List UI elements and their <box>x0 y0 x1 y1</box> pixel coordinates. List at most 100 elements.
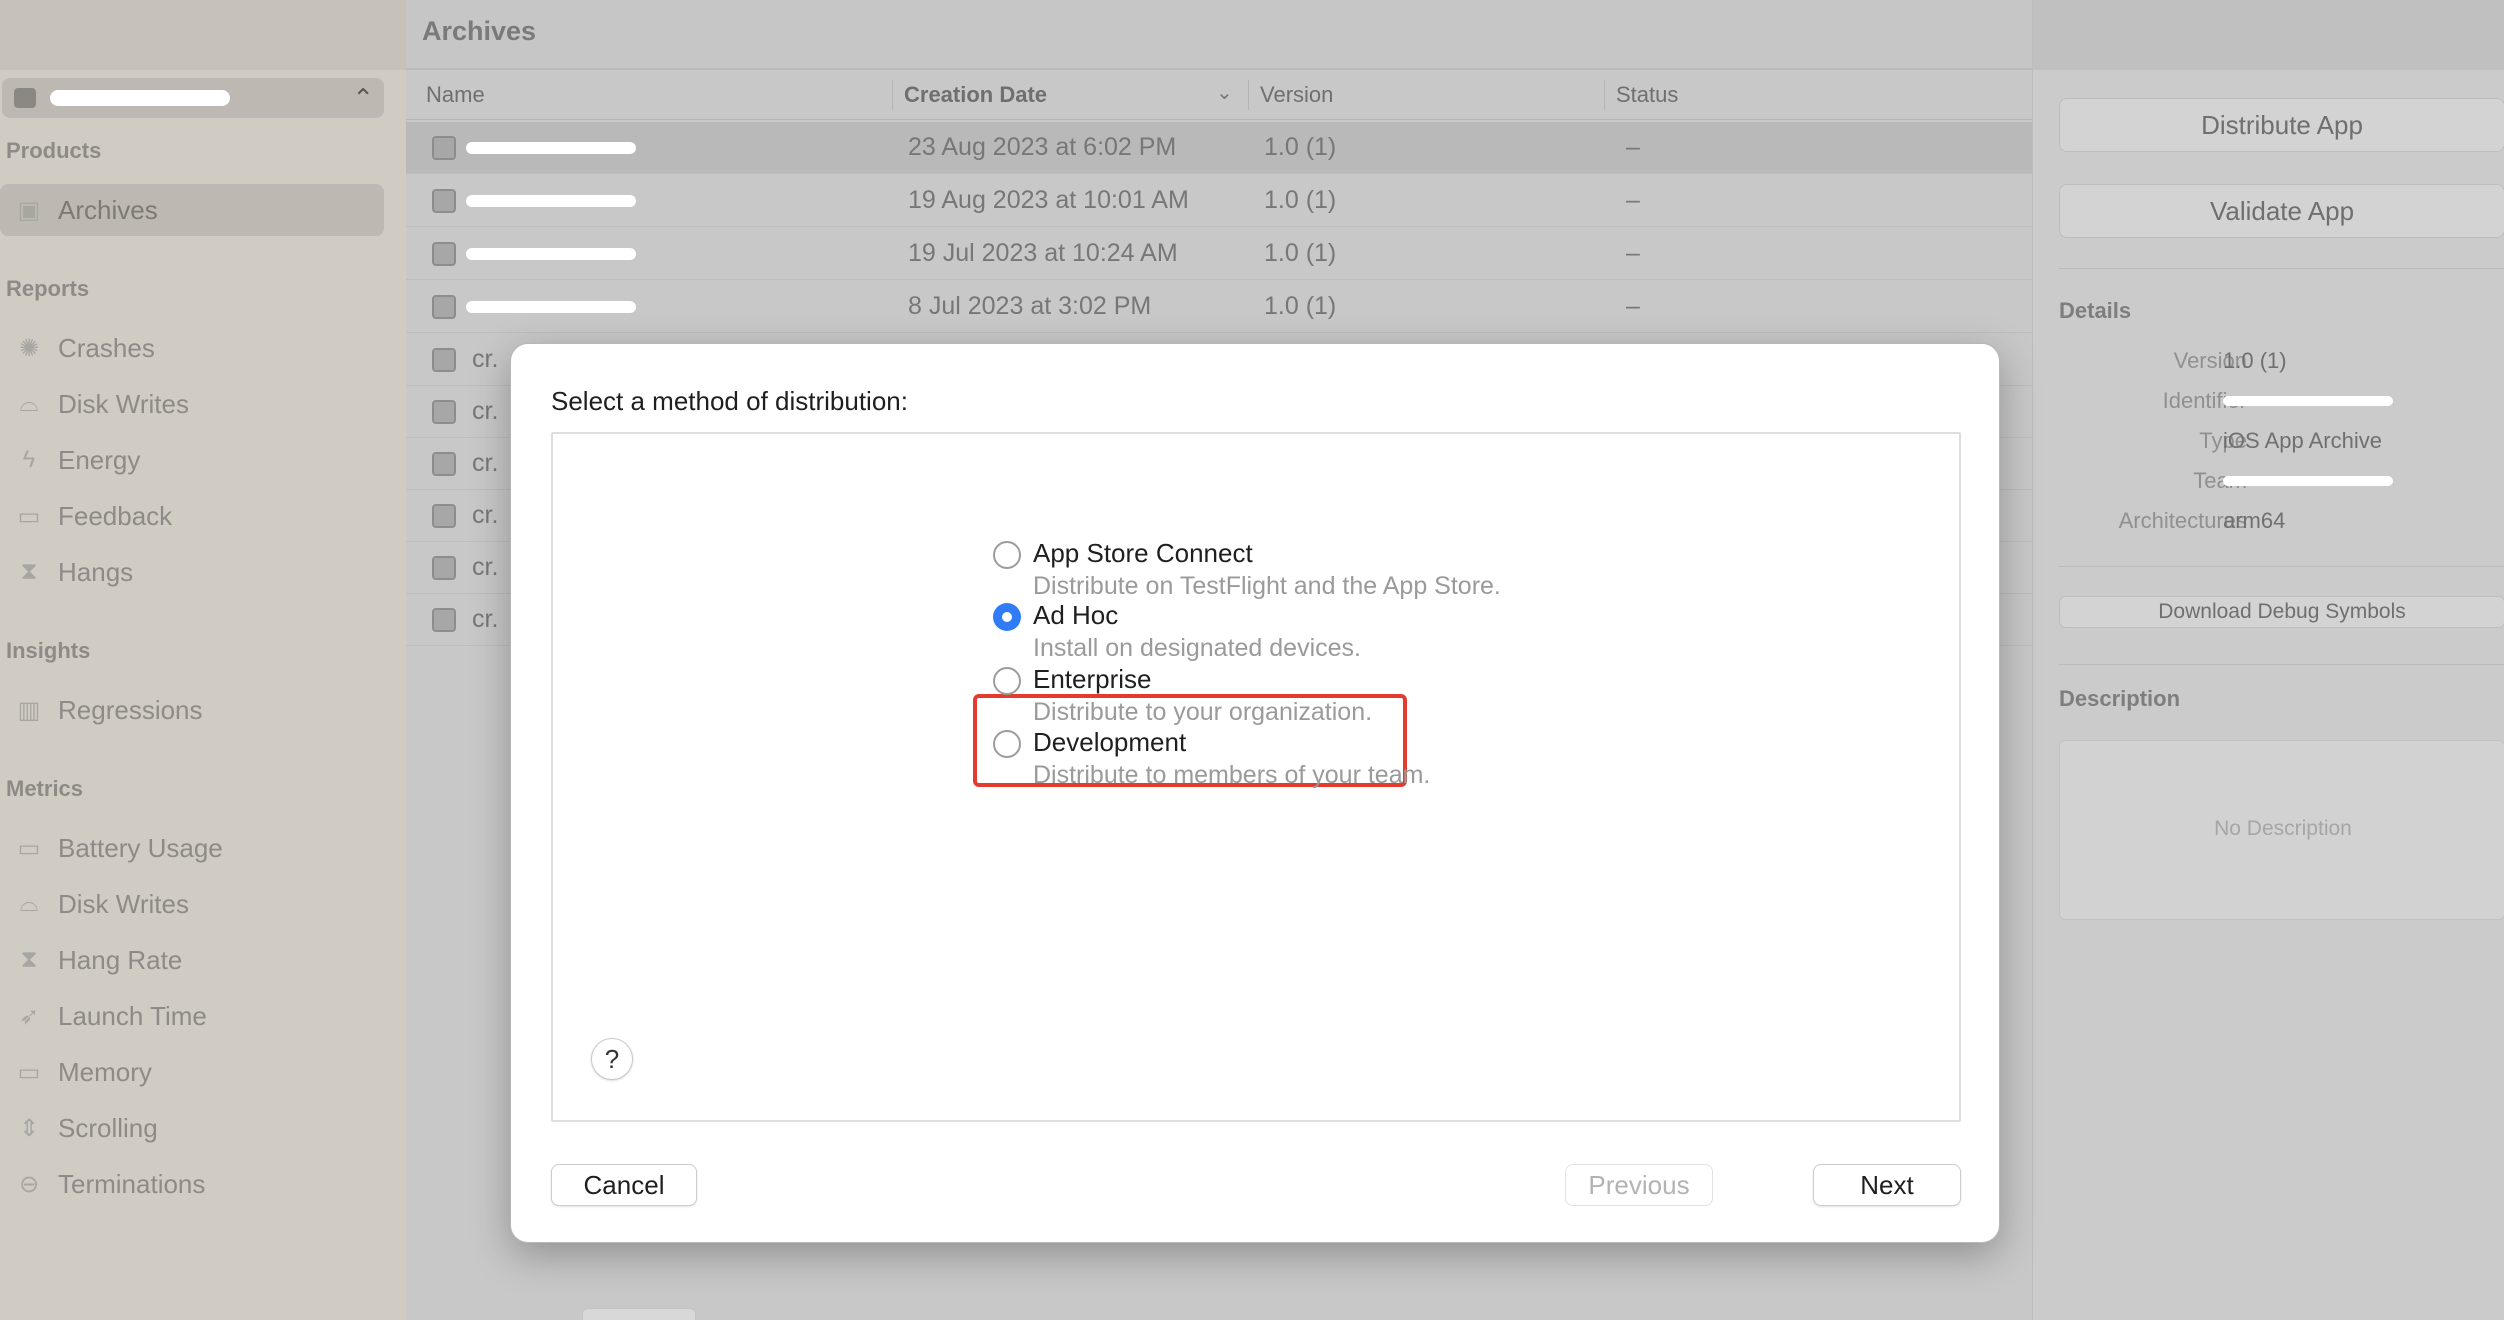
column-divider[interactable] <box>1248 80 1249 110</box>
sidebar: ⌃ Products ▣ Archives Reports ✺ Crashes … <box>0 0 406 1320</box>
option-title: Ad Hoc <box>1033 600 1119 630</box>
sidebar-item-archives[interactable]: ▣ Archives <box>0 184 384 236</box>
detail-identifier: Identifier <box>2033 382 2504 418</box>
redacted-team <box>2223 476 2393 486</box>
row-version: 1.0 (1) <box>1264 186 1337 214</box>
redacted-identifier <box>2223 396 2393 406</box>
detail-value: arm64 <box>2223 508 2286 533</box>
bar-chart-icon: ▥ <box>17 696 41 724</box>
sidebar-item-regressions[interactable]: ▥ Regressions <box>0 684 384 736</box>
divider <box>2059 566 2504 567</box>
radio-enterprise[interactable] <box>993 667 1021 695</box>
row-name: cr. <box>472 449 499 477</box>
detail-value: iOS App Archive <box>2223 428 2382 453</box>
help-button[interactable]: ? <box>591 1038 633 1080</box>
sidebar-item-label: Disk Writes <box>58 388 189 419</box>
archive-icon <box>432 452 456 476</box>
archive-icon <box>432 136 456 160</box>
app-store-icon <box>14 88 36 108</box>
row-date: 19 Jul 2023 at 10:24 AM <box>908 239 1178 267</box>
sidebar-item-scrolling[interactable]: ⇕ Scrolling <box>0 1102 384 1154</box>
detail-type: Type iOS App Archive <box>2033 422 2504 458</box>
column-name[interactable]: Name <box>426 82 485 108</box>
battery-icon: ▭ <box>17 834 41 862</box>
row-date: 19 Aug 2023 at 10:01 AM <box>908 186 1189 214</box>
column-version[interactable]: Version <box>1260 82 1333 108</box>
sidebar-item-terminations[interactable]: ⊖ Terminations <box>0 1158 384 1210</box>
sidebar-item-crashes[interactable]: ✺ Crashes <box>0 322 384 374</box>
inspector-titlebar <box>2033 0 2504 70</box>
distribute-app-button[interactable]: Distribute App <box>2059 98 2504 152</box>
section-metrics: Metrics <box>6 776 84 801</box>
table-row[interactable]: 19 Jul 2023 at 10:24 AM 1.0 (1) – <box>406 228 2032 280</box>
sidebar-item-hang-rate[interactable]: ⧗ Hang Rate <box>0 934 384 986</box>
details-heading: Details <box>2059 298 2132 323</box>
option-title: App Store Connect <box>1033 538 1253 568</box>
sidebar-item-disk-writes[interactable]: ⌓ Disk Writes <box>0 378 384 430</box>
option-title: Enterprise <box>1033 664 1152 694</box>
sidebar-item-battery-usage[interactable]: ▭ Battery Usage <box>0 822 384 874</box>
bottom-toolbar-tab <box>582 1308 696 1320</box>
sidebar-item-label: Energy <box>58 444 141 475</box>
sidebar-titlebar <box>0 0 406 70</box>
scroll-icon: ⇕ <box>18 1114 40 1142</box>
redacted-archive-name <box>466 301 636 313</box>
row-name: cr. <box>472 605 499 633</box>
sidebar-item-launch-time[interactable]: ➶ Launch Time <box>0 990 384 1042</box>
sidebar-item-label: Memory <box>58 1056 152 1087</box>
divider <box>2059 664 2504 665</box>
radio-app-store-connect[interactable] <box>993 541 1021 569</box>
row-name: cr. <box>472 553 499 581</box>
option-description: Install on designated devices. <box>1033 634 1361 662</box>
validate-app-button[interactable]: Validate App <box>2059 184 2504 238</box>
row-version: 1.0 (1) <box>1264 239 1337 267</box>
sort-descending-icon: ⌄ <box>1216 82 1233 104</box>
cancel-button[interactable]: Cancel <box>551 1164 697 1206</box>
row-name: cr. <box>472 345 499 373</box>
distribution-method-panel: App Store Connect Distribute on TestFlig… <box>551 432 1961 1122</box>
archive-icon <box>432 400 456 424</box>
table-row[interactable]: 8 Jul 2023 at 3:02 PM 1.0 (1) – <box>406 281 2032 333</box>
download-debug-symbols-button[interactable]: Download Debug Symbols <box>2059 596 2504 628</box>
next-button[interactable]: Next <box>1813 1164 1961 1206</box>
detail-architectures: Architectures arm64 <box>2033 502 2504 538</box>
row-name: cr. <box>472 397 499 425</box>
description-placeholder: No Description <box>2214 817 2352 840</box>
option-description: Distribute on TestFlight and the App Sto… <box>1033 572 1501 600</box>
sidebar-item-label: Feedback <box>58 500 173 531</box>
column-divider[interactable] <box>892 80 893 110</box>
detail-team: Team <box>2033 462 2504 498</box>
sidebar-item-disk-writes-metrics[interactable]: ⌓ Disk Writes <box>0 878 384 930</box>
sidebar-item-memory[interactable]: ▭ Memory <box>0 1046 384 1098</box>
sidebar-item-feedback[interactable]: ▭ Feedback <box>0 490 384 542</box>
archive-icon <box>432 556 456 580</box>
stop-circle-icon: ⊖ <box>18 1170 40 1198</box>
scheme-selector[interactable]: ⌃ <box>2 78 384 118</box>
radio-development[interactable] <box>993 730 1021 758</box>
option-development[interactable]: Development Distribute to members of you… <box>993 727 1493 807</box>
hourglass-icon: ⧗ <box>20 946 38 973</box>
chevron-updown-icon: ⌃ <box>352 83 374 113</box>
column-status[interactable]: Status <box>1616 82 1678 108</box>
previous-button[interactable]: Previous <box>1565 1164 1713 1206</box>
column-creation-date[interactable]: Creation Date <box>904 82 1047 108</box>
sidebar-item-label: Battery Usage <box>58 832 223 863</box>
row-status: – <box>1626 239 1640 267</box>
option-title: Development <box>1033 727 1187 757</box>
redacted-archive-name <box>466 142 636 154</box>
table-row[interactable]: 23 Aug 2023 at 6:02 PM 1.0 (1) – <box>406 122 2032 174</box>
sidebar-item-label: Crashes <box>58 332 155 363</box>
sidebar-item-energy[interactable]: ϟ Energy <box>0 434 384 486</box>
sidebar-item-label: Terminations <box>58 1168 206 1199</box>
sidebar-item-hangs[interactable]: ⧗ Hangs <box>0 546 384 598</box>
description-field[interactable]: No Description <box>2059 740 2504 920</box>
column-divider[interactable] <box>1604 80 1605 110</box>
archives-title-bar: Archives <box>406 0 2032 70</box>
radio-ad-hoc[interactable] <box>993 603 1021 631</box>
row-name: cr. <box>472 501 499 529</box>
archive-icon: ▣ <box>17 196 41 224</box>
sidebar-item-label: Launch Time <box>58 1000 207 1031</box>
distribution-dialog: Select a method of distribution: App Sto… <box>510 343 2000 1243</box>
table-row[interactable]: 19 Aug 2023 at 10:01 AM 1.0 (1) – <box>406 175 2032 227</box>
detail-value: 1.0 (1) <box>2223 348 2287 373</box>
